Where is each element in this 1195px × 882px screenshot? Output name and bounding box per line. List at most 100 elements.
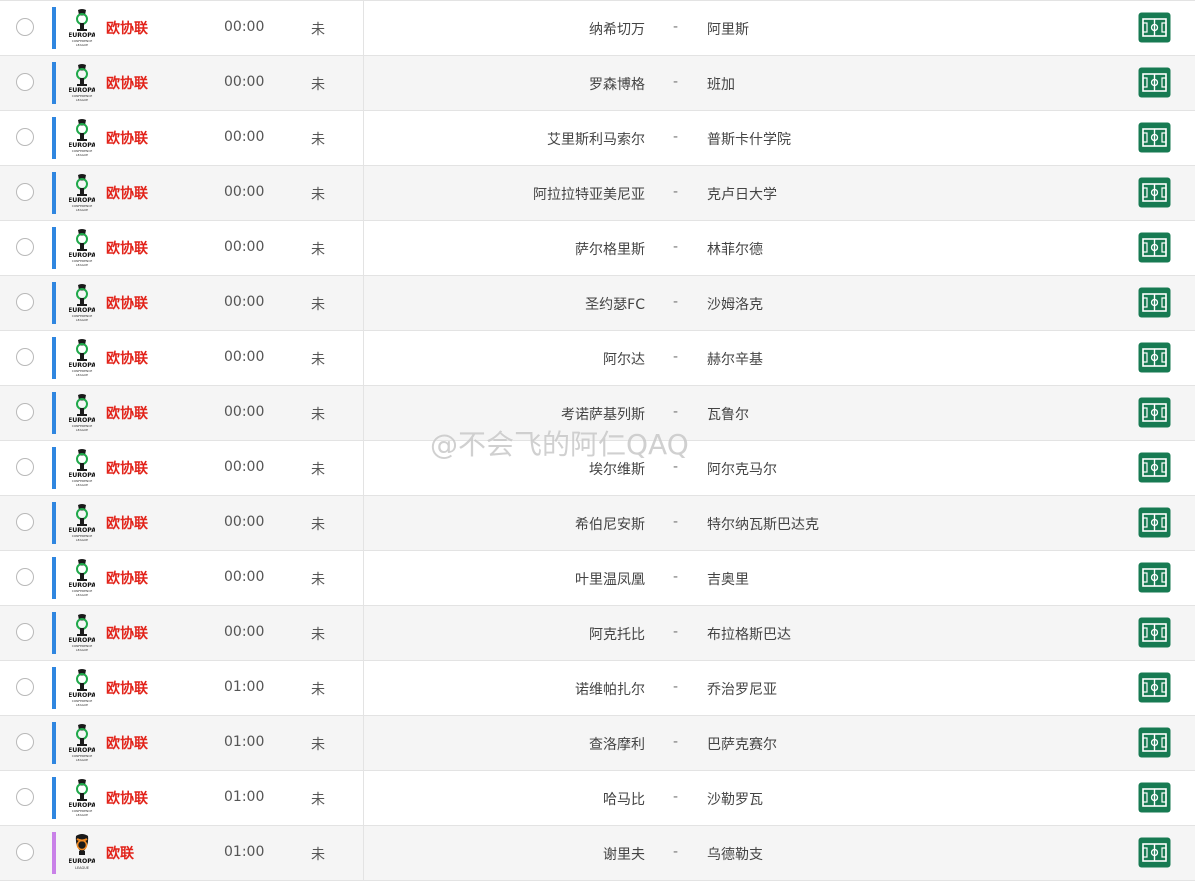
home-team[interactable]: 艾里斯利马索尔 xyxy=(547,129,645,149)
away-team[interactable]: 阿里斯 xyxy=(707,19,749,39)
football-pitch-icon[interactable] xyxy=(1138,397,1171,428)
away-team[interactable]: 普斯卡什学院 xyxy=(707,129,791,149)
league-name[interactable]: 欧协联 xyxy=(106,568,148,588)
football-pitch-icon[interactable] xyxy=(1138,342,1171,373)
match-row[interactable]: EUROPA CONFERENCE LEAGUE 欧协联 00:00 未 考诺萨… xyxy=(0,386,1195,441)
row-select-radio[interactable] xyxy=(16,733,34,751)
row-select-radio[interactable] xyxy=(16,18,34,36)
home-team[interactable]: 埃尔维斯 xyxy=(589,459,645,479)
away-team[interactable]: 林菲尔德 xyxy=(707,239,763,259)
football-pitch-icon[interactable] xyxy=(1138,782,1171,813)
football-pitch-icon[interactable] xyxy=(1138,67,1171,98)
match-row[interactable]: EUROPA CONFERENCE LEAGUE 欧协联 01:00 未 诺维帕… xyxy=(0,661,1195,716)
football-pitch-icon[interactable] xyxy=(1138,617,1171,648)
away-team[interactable]: 沙姆洛克 xyxy=(707,294,763,314)
football-pitch-icon[interactable] xyxy=(1138,232,1171,263)
home-team[interactable]: 萨尔格里斯 xyxy=(575,239,645,259)
football-pitch-icon[interactable] xyxy=(1138,507,1171,538)
match-row[interactable]: EUROPA CONFERENCE LEAGUE 欧协联 00:00 未 阿克托… xyxy=(0,606,1195,661)
league-name[interactable]: 欧协联 xyxy=(106,623,148,643)
match-row[interactable]: EUROPA CONFERENCE LEAGUE 欧协联 01:00 未 查洛摩… xyxy=(0,716,1195,771)
league-name[interactable]: 欧协联 xyxy=(106,128,148,148)
football-pitch-icon[interactable] xyxy=(1138,12,1171,43)
away-team[interactable]: 乔治罗尼亚 xyxy=(707,679,777,699)
home-team[interactable]: 纳希切万 xyxy=(589,19,645,39)
row-select-radio[interactable] xyxy=(16,183,34,201)
row-select-radio[interactable] xyxy=(16,843,34,861)
league-name[interactable]: 欧协联 xyxy=(106,238,148,258)
row-select-radio[interactable] xyxy=(16,788,34,806)
football-pitch-icon[interactable] xyxy=(1138,672,1171,703)
row-select-radio[interactable] xyxy=(16,128,34,146)
league-name[interactable]: 欧协联 xyxy=(106,18,148,38)
football-pitch-icon[interactable] xyxy=(1138,727,1171,758)
league-name[interactable]: 欧协联 xyxy=(106,678,148,698)
row-select-radio[interactable] xyxy=(16,568,34,586)
league-name[interactable]: 欧协联 xyxy=(106,348,148,368)
league-name[interactable]: 欧协联 xyxy=(106,73,148,93)
row-select-radio[interactable] xyxy=(16,513,34,531)
away-team[interactable]: 布拉格斯巴达 xyxy=(707,624,791,644)
match-row[interactable]: EUROPA CONFERENCE LEAGUE 欧协联 00:00 未 埃尔维… xyxy=(0,441,1195,496)
away-team[interactable]: 克卢日大学 xyxy=(707,184,777,204)
svg-text:EUROPA: EUROPA xyxy=(69,527,95,534)
row-select-radio[interactable] xyxy=(16,73,34,91)
home-team[interactable]: 查洛摩利 xyxy=(589,734,645,754)
match-row[interactable]: EUROPA CONFERENCE LEAGUE 欧协联 00:00 未 艾里斯… xyxy=(0,111,1195,166)
home-team[interactable]: 阿尔达 xyxy=(603,349,645,369)
away-team[interactable]: 班加 xyxy=(707,74,735,94)
football-pitch-icon[interactable] xyxy=(1138,452,1171,483)
match-row[interactable]: EUROPA CONFERENCE LEAGUE 欧协联 00:00 未 萨尔格… xyxy=(0,221,1195,276)
row-select-radio[interactable] xyxy=(16,403,34,421)
match-status: 未 xyxy=(311,847,325,863)
home-team[interactable]: 罗森博格 xyxy=(589,74,645,94)
match-row[interactable]: EUROPA CONFERENCE LEAGUE 欧协联 00:00 未 阿尔达… xyxy=(0,331,1195,386)
row-select-radio[interactable] xyxy=(16,623,34,641)
home-team[interactable]: 考诺萨基列斯 xyxy=(561,404,645,424)
row-select-radio[interactable] xyxy=(16,238,34,256)
away-team[interactable]: 乌德勒支 xyxy=(707,844,763,864)
home-team[interactable]: 阿拉拉特亚美尼亚 xyxy=(533,184,645,204)
football-pitch-icon[interactable] xyxy=(1138,837,1171,868)
row-select-radio[interactable] xyxy=(16,678,34,696)
league-name[interactable]: 欧协联 xyxy=(106,183,148,203)
home-team[interactable]: 诺维帕扎尔 xyxy=(575,679,645,699)
match-row[interactable]: EUROPA CONFERENCE LEAGUE 欧协联 00:00 未 阿拉拉… xyxy=(0,166,1195,221)
football-pitch-icon[interactable] xyxy=(1138,177,1171,208)
row-select-radio[interactable] xyxy=(16,458,34,476)
football-pitch-icon[interactable] xyxy=(1138,122,1171,153)
league-name[interactable]: 欧协联 xyxy=(106,733,148,753)
away-team[interactable]: 阿尔克马尔 xyxy=(707,459,777,479)
home-team[interactable]: 叶里温凤凰 xyxy=(575,569,645,589)
league-name[interactable]: 欧联 xyxy=(106,843,134,863)
away-team[interactable]: 瓦鲁尔 xyxy=(707,404,749,424)
svg-text:EUROPA: EUROPA xyxy=(69,307,95,314)
match-row[interactable]: EUROPA CONFERENCE LEAGUE 欧协联 00:00 未 纳希切… xyxy=(0,0,1195,56)
home-team[interactable]: 希伯尼安斯 xyxy=(575,514,645,534)
away-team[interactable]: 沙勒罗瓦 xyxy=(707,789,763,809)
match-row[interactable]: EUROPA LEAGUE 欧联 01:00 未 谢里夫 - 乌德勒支 xyxy=(0,826,1195,881)
away-team[interactable]: 吉奥里 xyxy=(707,569,749,589)
home-team[interactable]: 谢里夫 xyxy=(603,844,645,864)
match-row[interactable]: EUROPA CONFERENCE LEAGUE 欧协联 00:00 未 圣约瑟… xyxy=(0,276,1195,331)
football-pitch-icon[interactable] xyxy=(1138,562,1171,593)
away-team[interactable]: 特尔纳瓦斯巴达克 xyxy=(707,514,819,534)
league-name[interactable]: 欧协联 xyxy=(106,513,148,533)
match-row[interactable]: EUROPA CONFERENCE LEAGUE 欧协联 00:00 未 叶里温… xyxy=(0,551,1195,606)
away-team[interactable]: 赫尔辛基 xyxy=(707,349,763,369)
home-team[interactable]: 圣约瑟FC xyxy=(585,294,645,314)
home-team[interactable]: 哈马比 xyxy=(603,789,645,809)
league-name[interactable]: 欧协联 xyxy=(106,788,148,808)
away-team[interactable]: 巴萨克赛尔 xyxy=(707,734,777,754)
row-select-radio[interactable] xyxy=(16,348,34,366)
home-team[interactable]: 阿克托比 xyxy=(589,624,645,644)
score-separator: - xyxy=(673,514,679,530)
match-row[interactable]: EUROPA CONFERENCE LEAGUE 欧协联 00:00 未 罗森博… xyxy=(0,56,1195,111)
league-name[interactable]: 欧协联 xyxy=(106,293,148,313)
match-row[interactable]: EUROPA CONFERENCE LEAGUE 欧协联 00:00 未 希伯尼… xyxy=(0,496,1195,551)
match-row[interactable]: EUROPA CONFERENCE LEAGUE 欧协联 01:00 未 哈马比… xyxy=(0,771,1195,826)
row-select-radio[interactable] xyxy=(16,293,34,311)
league-name[interactable]: 欧协联 xyxy=(106,403,148,423)
football-pitch-icon[interactable] xyxy=(1138,287,1171,318)
league-name[interactable]: 欧协联 xyxy=(106,458,148,478)
